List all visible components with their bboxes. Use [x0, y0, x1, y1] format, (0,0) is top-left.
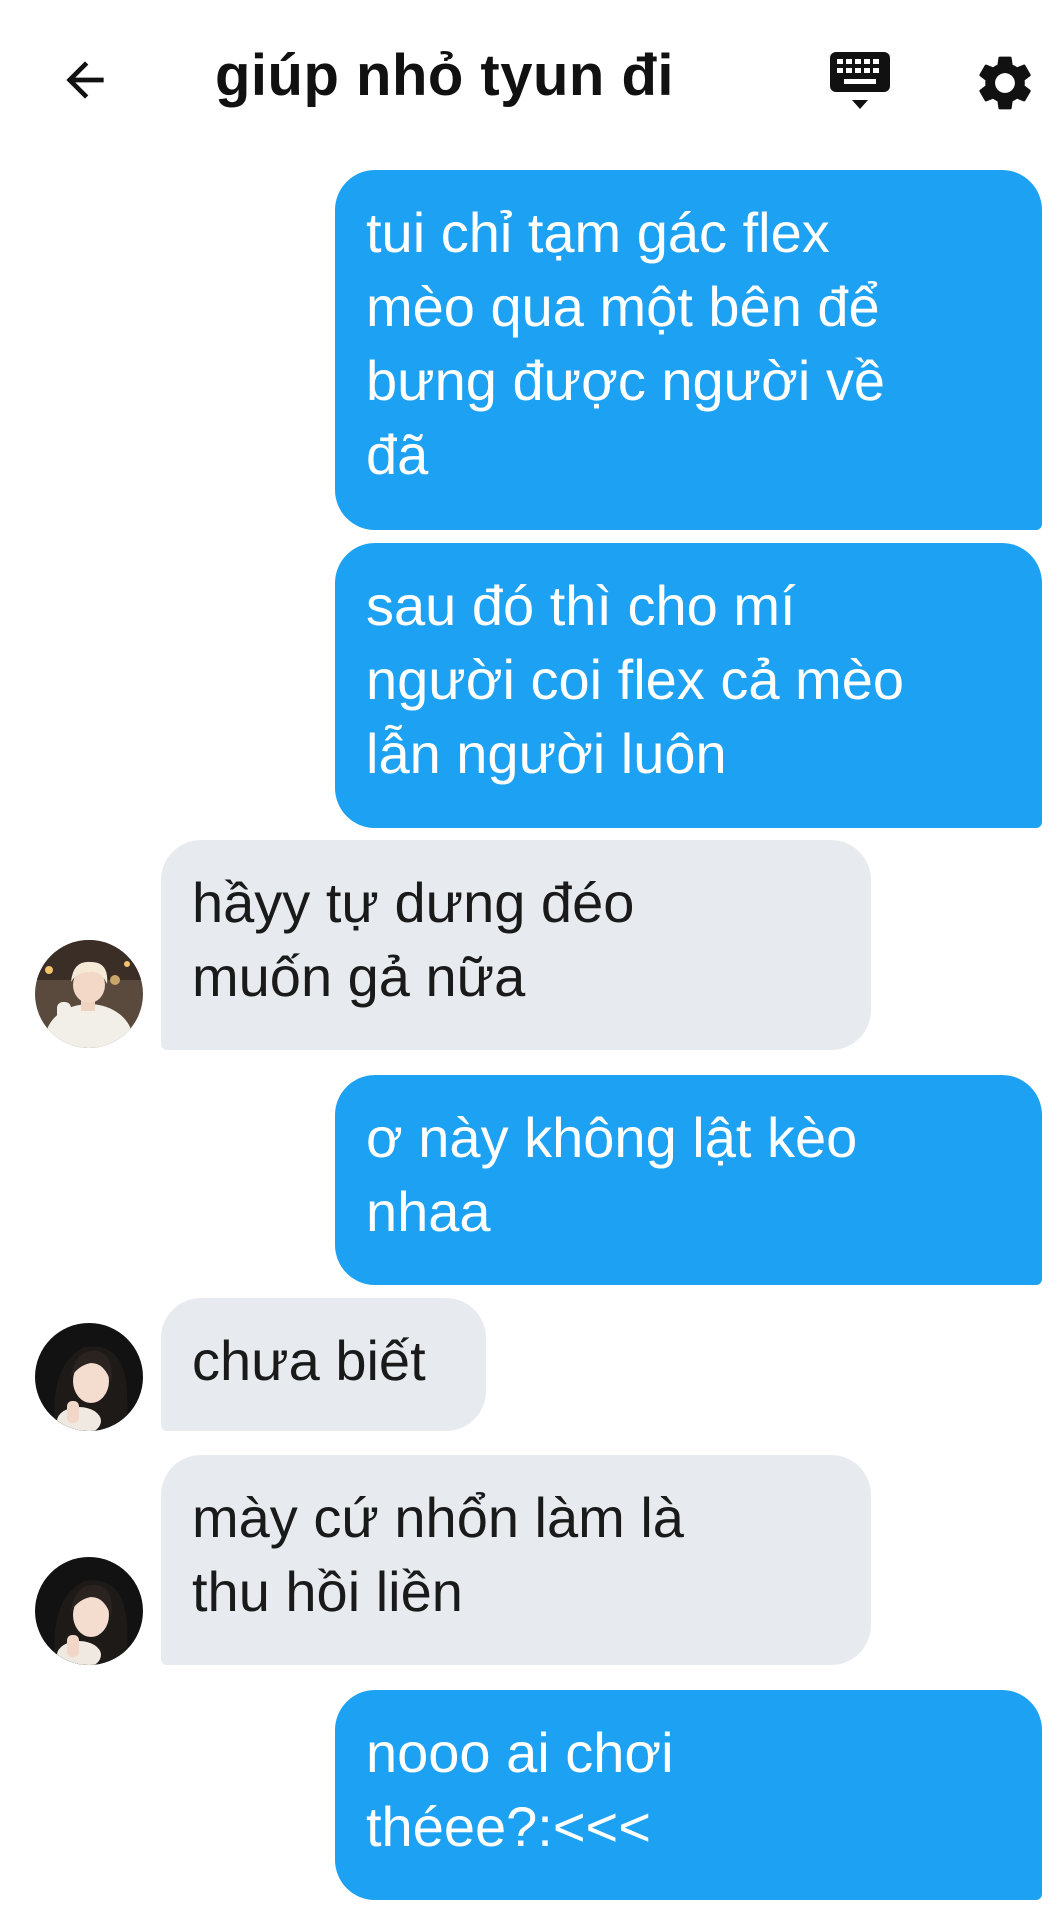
- avatar[interactable]: [35, 940, 143, 1048]
- avatar-blonde: [35, 940, 143, 1048]
- arrow-left-icon: [66, 61, 104, 99]
- back-button[interactable]: [50, 45, 120, 115]
- outgoing-message-bubble[interactable]: nooo ai chơi théee?:<<<: [335, 1690, 1042, 1900]
- keyboard-icon: [830, 52, 890, 109]
- keyboard-toggle-button[interactable]: [828, 48, 898, 118]
- top-bar: giúp nhỏ tyun đi: [0, 0, 1063, 160]
- incoming-message-bubble[interactable]: hầyy tự dưng đéo muốn gả nữa: [161, 840, 871, 1050]
- conversation-title: giúp nhỏ tyun đi: [215, 43, 675, 108]
- avatar-darkhair: [35, 1557, 143, 1665]
- settings-button[interactable]: [972, 50, 1038, 116]
- outgoing-message-bubble[interactable]: tui chỉ tạm gác flex mèo qua một bên để …: [335, 170, 1042, 530]
- avatar-darkhair: [35, 1323, 143, 1431]
- avatar[interactable]: [35, 1323, 143, 1431]
- outgoing-message-bubble[interactable]: ơ này không lật kèo nhaa: [335, 1075, 1042, 1285]
- gear-icon: [979, 56, 1031, 110]
- outgoing-message-bubble[interactable]: sau đó thì cho mí người coi flex cả mèo …: [335, 543, 1042, 828]
- avatar[interactable]: [35, 1557, 143, 1665]
- incoming-message-bubble[interactable]: mày cứ nhổn làm là thu hồi liền: [161, 1455, 871, 1665]
- incoming-message-bubble[interactable]: chưa biết: [161, 1298, 486, 1431]
